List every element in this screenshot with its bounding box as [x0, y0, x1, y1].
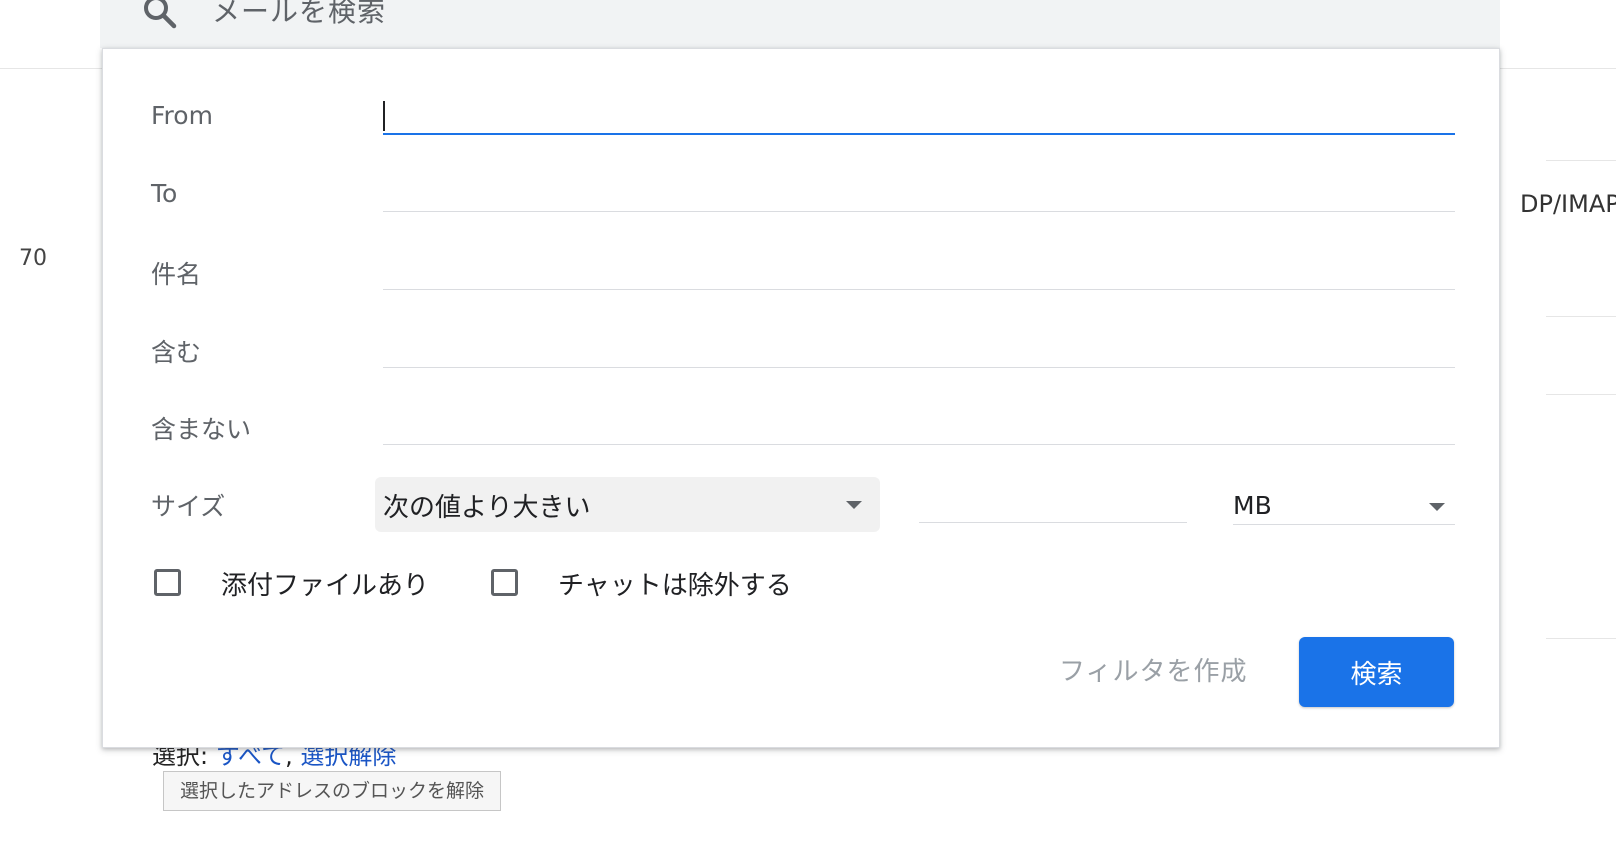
- size-label: サイズ: [151, 492, 226, 521]
- size-value-field[interactable]: [919, 487, 1187, 523]
- background-count: 70: [19, 246, 47, 271]
- size-operator-value: 次の値より大きい: [383, 493, 591, 523]
- table-divider: [1546, 160, 1616, 161]
- search-icon[interactable]: [140, 0, 180, 32]
- chevron-down-icon: [846, 501, 862, 509]
- create-filter-button[interactable]: フィルタを作成: [1059, 651, 1247, 688]
- unblock-selected-button[interactable]: 選択したアドレスのブロックを解除: [163, 771, 502, 811]
- page: 70 DP/IMAP 選択: すべて, 選択解除 選択したアドレスのブロックを解…: [0, 0, 1616, 844]
- subject-label: 件名: [151, 260, 202, 289]
- advanced-search-dialog: From To 件名 含む 含まない サイズ 次の値より大きい MB 添付ファイ…: [102, 48, 1500, 748]
- table-divider: [1546, 638, 1616, 639]
- search-button[interactable]: 検索: [1299, 637, 1454, 707]
- background-protocol-label: DP/IMAP: [1520, 190, 1616, 218]
- text-caret: [383, 101, 385, 131]
- has-words-field[interactable]: [383, 332, 1455, 368]
- table-divider: [1546, 394, 1616, 395]
- exclude-chats-label[interactable]: チャットは除外する: [558, 565, 792, 602]
- table-divider: [1546, 316, 1616, 317]
- chevron-down-icon: [1429, 503, 1445, 511]
- has-attachment-label[interactable]: 添付ファイルあり: [221, 565, 429, 602]
- size-operator-select[interactable]: 次の値より大きい: [375, 477, 880, 532]
- doesnt-have-label: 含まない: [151, 415, 252, 444]
- exclude-chats-checkbox[interactable]: [491, 569, 518, 596]
- search-input[interactable]: メールを検索: [212, 0, 386, 30]
- from-field[interactable]: [383, 99, 1455, 135]
- to-label: To: [151, 179, 178, 208]
- doesnt-have-field[interactable]: [383, 409, 1455, 445]
- size-unit-select[interactable]: MB: [1233, 485, 1455, 525]
- has-words-label: 含む: [151, 338, 202, 367]
- has-attachment-checkbox[interactable]: [154, 569, 181, 596]
- from-label: From: [151, 101, 213, 130]
- to-field[interactable]: [383, 176, 1455, 212]
- subject-field[interactable]: [383, 254, 1455, 290]
- size-unit-value: MB: [1233, 491, 1272, 520]
